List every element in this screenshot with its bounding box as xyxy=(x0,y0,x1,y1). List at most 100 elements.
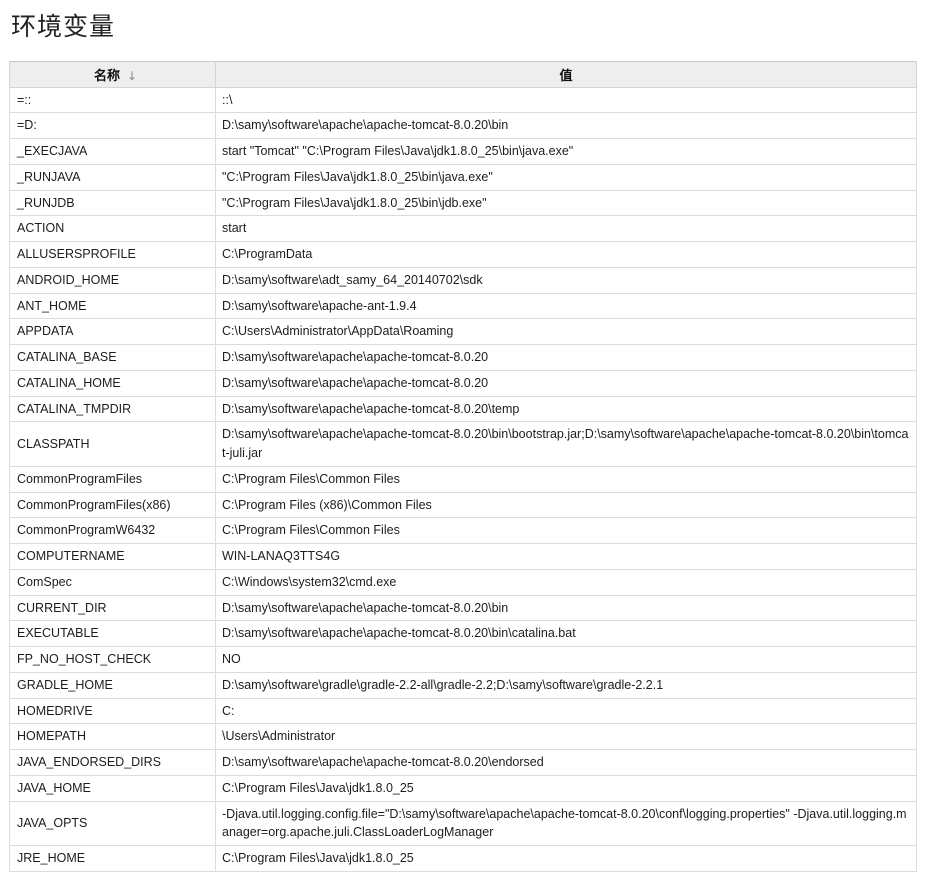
table-row[interactable]: HOMEPATH \Users\Administrator xyxy=(9,723,917,750)
variable-value-cell: "C:\Program Files\Java\jdk1.8.0_25\bin\j… xyxy=(215,189,917,217)
variable-value-cell: D:\samy\software\apache-ant-1.9.4 xyxy=(215,292,917,320)
variable-value-cell: D:\samy\software\apache\apache-tomcat-8.… xyxy=(215,749,917,776)
variable-name-cell: ALLUSERSPROFILE xyxy=(9,241,216,268)
table-row[interactable]: HOMEDRIVE C: xyxy=(9,697,917,725)
variable-name-cell: CommonProgramW6432 xyxy=(9,517,216,544)
variable-name-cell: CATALINA_HOME xyxy=(9,369,216,397)
table-row[interactable]: CommonProgramFiles C:\Program Files\Commo… xyxy=(9,465,917,493)
table-row[interactable]: CATALINA_TMPDIR D:\samy\software\apache\a… xyxy=(9,395,917,423)
table-row[interactable]: APPDATA C:\Users\Administrator\AppData\Ro… xyxy=(9,318,917,345)
table-row[interactable]: CLASSPATH D:\samy\software\apache\apache-… xyxy=(9,421,917,467)
variable-name-cell: CURRENT_DIR xyxy=(9,594,216,622)
table-row[interactable]: =D: D:\samy\software\apache\apache-tomcat… xyxy=(9,112,917,139)
table-row[interactable]: ACTION start xyxy=(9,215,917,242)
variable-value-cell: \Users\Administrator xyxy=(215,723,917,750)
column-header-name[interactable]: 名称 ↓ xyxy=(9,61,216,88)
variable-value-cell: ::\ xyxy=(215,86,917,114)
table-row[interactable]: ComSpec C:\Windows\system32\cmd.exe xyxy=(9,568,917,596)
variable-value-cell: D:\samy\software\apache\apache-tomcat-8.… xyxy=(215,620,917,647)
variable-value-cell: D:\samy\software\apache\apache-tomcat-8.… xyxy=(215,421,917,467)
table-row[interactable]: JAVA_ENDORSED_DIRS D:\samy\software\apach… xyxy=(9,749,917,776)
variable-value-cell: start "Tomcat" "C:\Program Files\Java\jd… xyxy=(215,138,917,165)
variable-name-cell: GRADLE_HOME xyxy=(9,671,216,699)
variable-value-cell: D:\samy\software\apache\apache-tomcat-8.… xyxy=(215,369,917,397)
table-row[interactable]: CURRENT_DIR D:\samy\software\apache\apach… xyxy=(9,594,917,622)
variable-name-cell: EXECUTABLE xyxy=(9,620,216,647)
table-row[interactable]: EXECUTABLE D:\samy\software\apache\apache… xyxy=(9,620,917,647)
variable-name-cell: =D: xyxy=(9,112,216,139)
variable-value-cell: WIN-LANAQ3TTS4G xyxy=(215,543,917,570)
table-body: =::::\ =D: D:\samy\software\apache\apache-… xyxy=(9,86,917,872)
column-header-value-inner: 值 xyxy=(559,65,572,84)
table-row[interactable]: _EXECJAVA start "Tomcat" "C:\Program File… xyxy=(9,138,917,165)
variable-value-cell: C:\Windows\system32\cmd.exe xyxy=(215,568,917,596)
column-header-name-label: 名称 xyxy=(93,68,120,84)
variable-name-cell: CommonProgramFiles(x86) xyxy=(9,491,216,519)
table-row[interactable]: _RUNJDB "C:\Program Files\Java\jdk1.8.0_2… xyxy=(9,189,917,217)
table-row[interactable]: CATALINA_HOME D:\samy\software\apache\apa… xyxy=(9,369,917,397)
variable-value-cell: D:\samy\software\apache\apache-tomcat-8.… xyxy=(215,344,917,371)
variable-name-cell: HOMEDRIVE xyxy=(9,697,216,725)
variable-name-cell: JAVA_ENDORSED_DIRS xyxy=(9,749,216,776)
column-header-value[interactable]: 值 xyxy=(215,61,917,88)
table-header-row: 名称 ↓ 值 xyxy=(9,61,917,88)
table-row[interactable]: FP_NO_HOST_CHECK NO xyxy=(9,646,917,673)
table-row[interactable]: ALLUSERSPROFILE C:\ProgramData xyxy=(9,241,917,268)
variable-name-cell: COMPUTERNAME xyxy=(9,543,216,570)
table-header: 名称 ↓ 值 xyxy=(9,61,917,88)
variable-value-cell: NO xyxy=(215,646,917,673)
variable-value-cell: -Djava.util.logging.config.file="D:\samy… xyxy=(215,800,917,846)
variable-value-cell: D:\samy\software\adt_samy_64_20140702\sd… xyxy=(215,266,917,294)
variable-name-cell: =:: xyxy=(9,86,216,114)
variable-name-cell: _RUNJAVA xyxy=(9,163,216,191)
variable-value-cell: D:\samy\software\apache\apache-tomcat-8.… xyxy=(215,112,917,139)
variable-name-cell: FP_NO_HOST_CHECK xyxy=(9,646,216,673)
table-row[interactable]: GRADLE_HOME D:\samy\software\gradle\gradl… xyxy=(9,671,917,699)
table-row[interactable]: CommonProgramFiles(x86) C:\Program Files … xyxy=(9,491,917,519)
variable-value-cell: C:\Program Files\Java\jdk1.8.0_25 xyxy=(215,845,917,872)
variable-name-cell: CommonProgramFiles xyxy=(9,465,216,493)
table-row[interactable]: ANT_HOME D:\samy\software\apache-ant-1.9.… xyxy=(9,292,917,320)
variable-value-cell: C:\Program Files\Java\jdk1.8.0_25 xyxy=(215,774,917,802)
table-row[interactable]: _RUNJAVA "C:\Program Files\Java\jdk1.8.0_… xyxy=(9,163,917,191)
variable-name-cell: ACTION xyxy=(9,215,216,242)
variable-name-cell: ComSpec xyxy=(9,568,216,596)
variable-name-cell: CATALINA_BASE xyxy=(9,344,216,371)
page-root: 环境变量 名称 ↓ 值 =::::\ =D: D:\samy\software\apa… xyxy=(0,0,925,872)
variable-value-cell: C:\Users\Administrator\AppData\Roaming xyxy=(215,318,917,345)
variable-value-cell: C:\Program Files\Common Files xyxy=(215,465,917,493)
variable-name-cell: HOMEPATH xyxy=(9,723,216,750)
column-header-name-inner: 名称 ↓ xyxy=(88,65,137,84)
table-row[interactable]: CATALINA_BASE D:\samy\software\apache\apa… xyxy=(9,344,917,371)
variable-value-cell: D:\samy\software\gradle\gradle-2.2-all\g… xyxy=(215,671,917,699)
variable-name-cell: JAVA_OPTS xyxy=(9,800,216,846)
column-header-value-label: 值 xyxy=(559,68,573,84)
variable-name-cell: JAVA_HOME xyxy=(9,774,216,802)
variable-name-cell: _RUNJDB xyxy=(9,189,216,217)
environment-variables-table: 名称 ↓ 值 =::::\ =D: D:\samy\software\apache\a… xyxy=(9,60,917,872)
variable-name-cell: JRE_HOME xyxy=(9,845,216,872)
variable-value-cell: start xyxy=(215,215,917,242)
table-row[interactable]: JAVA_OPTS -Djava.util.logging.config.file… xyxy=(9,800,917,846)
variable-value-cell: C:\Program Files (x86)\Common Files xyxy=(215,491,917,519)
table-row[interactable]: CommonProgramW6432 C:\Program Files\Commo… xyxy=(9,517,917,544)
variable-name-cell: _EXECJAVA xyxy=(9,138,216,165)
table-row[interactable]: JRE_HOME C:\Program Files\Java\jdk1.8.0_2… xyxy=(9,845,917,872)
environment-variables-table-wrapper: 名称 ↓ 值 =::::\ =D: D:\samy\software\apache\a… xyxy=(9,60,917,872)
page-title: 环境变量 xyxy=(11,14,116,41)
table-row[interactable]: =::::\ xyxy=(9,86,917,114)
variable-name-cell: CATALINA_TMPDIR xyxy=(9,395,216,423)
variable-name-cell: CLASSPATH xyxy=(9,421,216,467)
table-row[interactable]: ANDROID_HOME D:\samy\software\adt_samy_64… xyxy=(9,266,917,294)
variable-value-cell: C: xyxy=(215,697,917,725)
sort-descending-icon[interactable]: ↓ xyxy=(127,69,137,83)
variable-value-cell: "C:\Program Files\Java\jdk1.8.0_25\bin\j… xyxy=(215,163,917,191)
variable-name-cell: ANT_HOME xyxy=(9,292,216,320)
table-row[interactable]: COMPUTERNAME WIN-LANAQ3TTS4G xyxy=(9,543,917,570)
table-row[interactable]: JAVA_HOME C:\Program Files\Java\jdk1.8.0_… xyxy=(9,774,917,802)
variable-value-cell: D:\samy\software\apache\apache-tomcat-8.… xyxy=(215,594,917,622)
variable-name-cell: ANDROID_HOME xyxy=(9,266,216,294)
variable-value-cell: C:\Program Files\Common Files xyxy=(215,517,917,544)
variable-value-cell: C:\ProgramData xyxy=(215,241,917,268)
variable-value-cell: D:\samy\software\apache\apache-tomcat-8.… xyxy=(215,395,917,423)
